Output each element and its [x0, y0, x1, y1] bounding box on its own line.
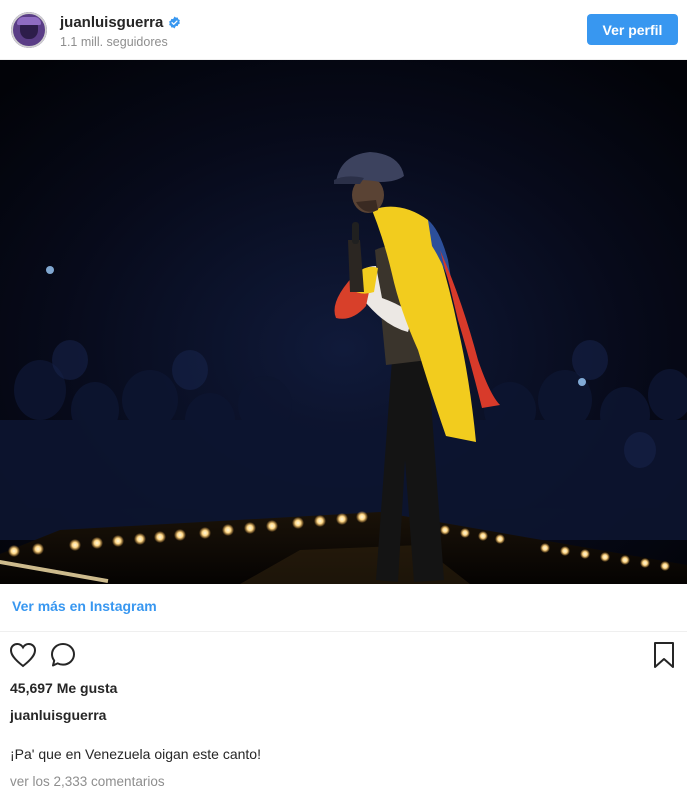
username[interactable]: juanluisguerra [60, 14, 163, 31]
view-more-on-instagram-link[interactable]: Ver más en Instagram [12, 598, 157, 614]
user-block: juanluisguerra 1.1 mill. seguidores [60, 12, 181, 49]
username-row: juanluisguerra [60, 12, 181, 32]
verified-badge-icon [169, 16, 181, 28]
caption-text: ¡Pa' que en Venezuela oigan este canto! [10, 746, 261, 762]
heart-icon[interactable] [8, 640, 38, 670]
caption-author[interactable]: juanluisguerra [10, 707, 106, 723]
post-photo[interactable] [0, 60, 687, 584]
comment-bubble-icon[interactable] [48, 640, 78, 670]
avatar-ring [11, 12, 47, 48]
divider [0, 631, 687, 632]
avatar[interactable] [11, 12, 47, 48]
post-header: juanluisguerra 1.1 mill. seguidores Ver … [0, 0, 687, 60]
followers-count: 1.1 mill. seguidores [60, 35, 168, 49]
concert-photo [0, 60, 687, 584]
action-bar [0, 640, 687, 672]
bookmark-icon[interactable] [649, 640, 679, 670]
view-profile-button[interactable]: Ver perfil [587, 14, 678, 45]
view-comments-link[interactable]: ver los 2,333 comentarios [10, 774, 165, 789]
likes-count[interactable]: 45,697 Me gusta [10, 680, 117, 696]
